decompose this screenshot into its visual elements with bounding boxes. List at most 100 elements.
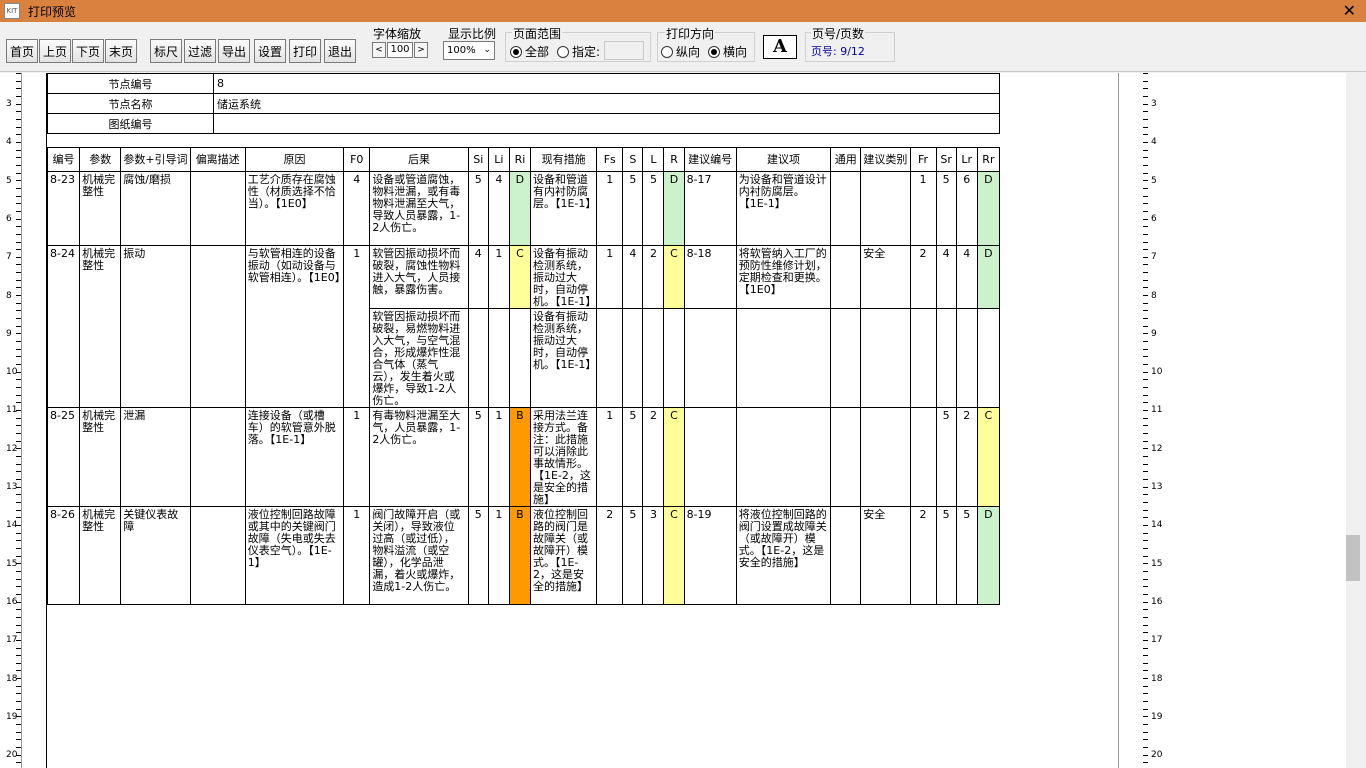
scrollbar-thumb[interactable] <box>1346 535 1360 581</box>
column-header: F0 <box>343 147 371 172</box>
display-ratio-select[interactable]: 100% ⌄ <box>443 41 495 60</box>
rr-cell: D <box>976 171 1001 246</box>
ruler-tick <box>16 563 21 564</box>
ruler-tick <box>1143 594 1148 595</box>
vertical-scrollbar[interactable] <box>1346 73 1366 768</box>
ruler-tick <box>16 287 21 288</box>
close-icon[interactable]: ✕ <box>1343 1 1356 21</box>
ruler-tick <box>16 280 21 281</box>
ruler-tick <box>1143 395 1148 396</box>
ruler-tick <box>16 548 21 549</box>
recommendation-id-cell: 8-19 <box>683 506 737 605</box>
preview-area[interactable]: 3 4 5 6 7 8 9 10 11 12 13 14 15 16 17 18 19 20 3 4 5 6 7 8 9 10 1… <box>0 73 1366 768</box>
column-header: 参数 <box>79 147 122 172</box>
column-header: 现有措施 <box>529 147 598 172</box>
ruler-tick <box>1143 586 1148 587</box>
ruler-tick <box>1143 533 1148 534</box>
ruler-tick <box>1143 88 1148 89</box>
ruler-tick <box>16 525 21 526</box>
range-specify-input[interactable] <box>604 41 644 60</box>
ruler-tick <box>1143 556 1148 557</box>
ruler-tick <box>16 111 21 112</box>
fs-cell: 1 <box>596 407 624 507</box>
l-cell: 5 <box>642 171 665 246</box>
font-zoom-input[interactable]: 100 <box>387 42 413 58</box>
zoom-decrease-button[interactable]: < <box>372 42 386 58</box>
zoom-increase-button[interactable]: > <box>414 42 428 58</box>
landscape-radio[interactable]: 横向 <box>708 43 747 60</box>
prev-page-button[interactable]: 上页 <box>39 39 71 63</box>
ruler-tick <box>1143 295 1148 296</box>
print-button[interactable]: 打印 <box>289 39 321 63</box>
ri-cell: B <box>508 407 531 507</box>
ruler-tick <box>1143 310 1148 311</box>
ruler-tick <box>1143 563 1148 564</box>
deviation-cell <box>189 171 246 246</box>
ruler-tick <box>16 471 21 472</box>
li-cell <box>487 308 510 408</box>
ruler-tick <box>16 755 21 756</box>
exit-button[interactable]: 退出 <box>324 39 356 63</box>
parameter-cell: 机械完整性 <box>79 171 122 246</box>
ruler-number: 17 <box>1151 635 1163 646</box>
ruler-tick <box>1143 755 1148 756</box>
ruler-number: 9 <box>6 328 12 339</box>
portrait-radio[interactable]: 纵向 <box>661 43 700 60</box>
ruler-tick <box>1143 280 1148 281</box>
si-cell: 5 <box>467 506 489 605</box>
ruler-button[interactable]: 标尺 <box>150 39 182 63</box>
ruler-tick <box>1143 402 1148 403</box>
ruler-tick <box>1143 104 1148 105</box>
ruler-tick <box>16 372 21 373</box>
ruler-tick <box>1143 410 1148 411</box>
range-specify-radio[interactable]: 指定: <box>557 43 600 60</box>
settings-button[interactable]: 设置 <box>254 39 286 63</box>
column-header: Lr <box>955 147 978 172</box>
hazop-table: 编号 参数 参数+引导词 偏离描述 原因 F0 后果 Si Li Ri 现有措施 Fs S L R 建议编号建… <box>46 147 1001 605</box>
ruler-number: 16 <box>1151 596 1163 607</box>
ruler-tick <box>16 134 21 135</box>
ruler-tick <box>1143 678 1148 679</box>
ruler-tick <box>1143 716 1148 717</box>
next-page-button[interactable]: 下页 <box>72 39 104 63</box>
ruler-number: 3 <box>6 99 12 109</box>
ruler-tick <box>1143 379 1148 380</box>
ruler-tick <box>1143 326 1148 327</box>
table-header-row: 编号 参数 参数+引导词 偏离描述 原因 F0 后果 Si Li Ri 现有措施 Fs S L R 建议编号建… <box>46 147 1001 172</box>
radio-unselected-icon <box>557 45 569 58</box>
font-zoom-label: 字体缩放 <box>373 27 422 41</box>
ruler-number: 6 <box>6 213 12 224</box>
ruler-tick <box>16 272 21 273</box>
ruler-tick <box>1143 303 1148 304</box>
recommendation-cell <box>735 308 832 408</box>
fr-cell: 2 <box>909 245 937 309</box>
ruler-tick <box>1143 226 1148 227</box>
ruler-tick <box>1143 364 1148 365</box>
last-page-button[interactable]: 末页 <box>105 39 137 63</box>
column-header: S <box>622 147 644 172</box>
ruler-tick <box>1143 732 1148 733</box>
ruler-tick <box>1143 548 1148 549</box>
recommendation-type-cell: 安全 <box>860 245 911 309</box>
table-row: 8-23 机械完整性 腐蚀/磨损 工艺介质存在腐蚀性（材质选择不恰当）。【1E0】 4 设… <box>46 171 1001 246</box>
ruler-tick <box>1143 487 1148 488</box>
fr-cell <box>909 308 937 408</box>
first-page-button[interactable]: 首页 <box>6 39 38 63</box>
ri-cell <box>508 308 531 408</box>
toolbar: 首页 上页 下页 末页 标尺 过滤 导出 设置 打印 退出 字体缩放 < 100… <box>0 22 1366 72</box>
f0-cell: 4 <box>343 171 371 246</box>
range-all-radio[interactable]: 全部 <box>510 43 549 60</box>
filter-button[interactable]: 过滤 <box>184 39 216 63</box>
row-id-cell: 8-26 <box>46 506 81 605</box>
ruler-tick <box>16 716 21 717</box>
ruler-number: 5 <box>6 175 12 186</box>
font-button[interactable]: A <box>763 35 797 59</box>
ruler-tick <box>1143 264 1148 265</box>
ruler-number: 7 <box>1151 252 1157 263</box>
ruler-tick <box>1143 111 1148 112</box>
column-header: 建议编号 <box>683 147 737 172</box>
r-cell <box>663 308 685 408</box>
range-specify-label: 指定: <box>572 45 601 59</box>
radio-unselected-icon <box>661 45 673 58</box>
export-button[interactable]: 导出 <box>218 39 250 63</box>
